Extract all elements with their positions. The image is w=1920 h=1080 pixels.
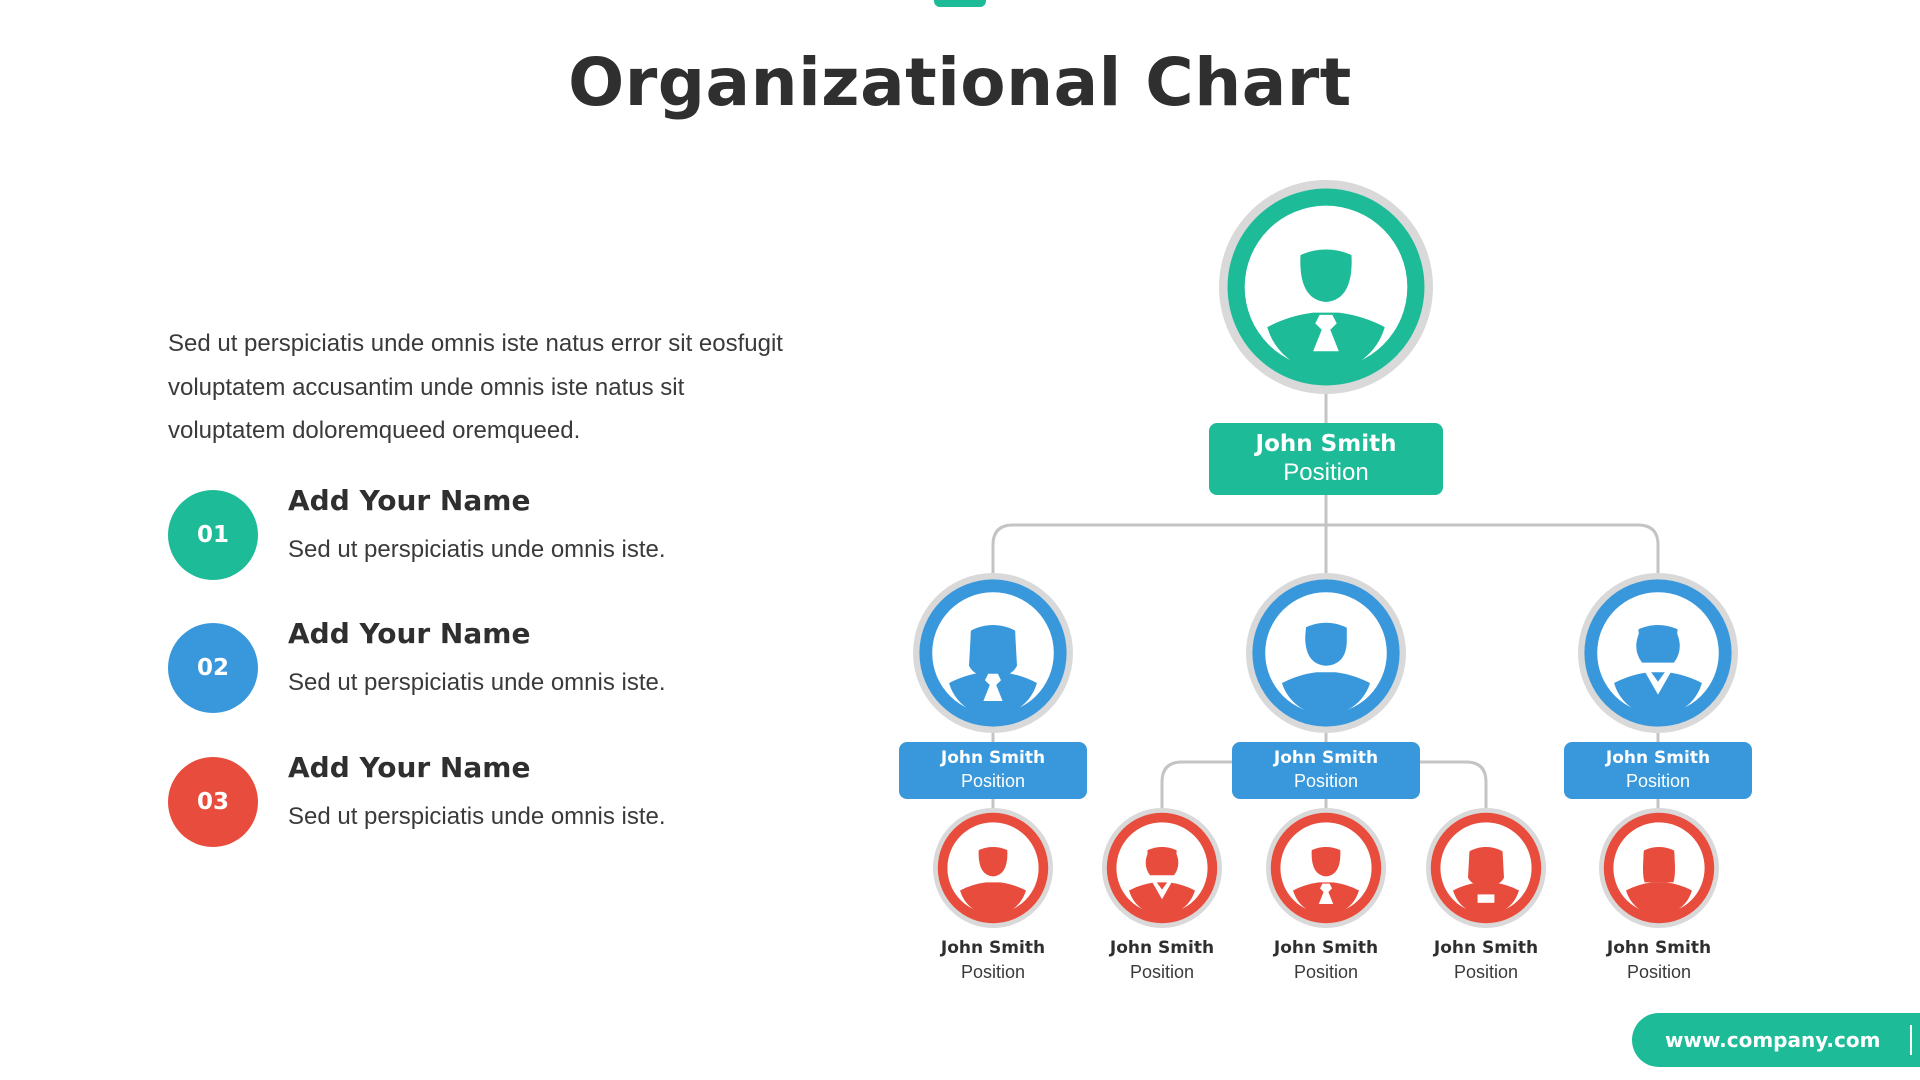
person-position: Position — [960, 962, 1026, 982]
person-name: John Smith — [940, 748, 1046, 768]
person-name: John Smith — [1606, 938, 1712, 958]
woman-collar-icon — [1584, 579, 1732, 733]
man-tie-icon — [1227, 188, 1425, 394]
manager-avatar — [1246, 573, 1406, 733]
staff-label: John Smith Position — [913, 936, 1073, 984]
person-name: John Smith — [1433, 938, 1539, 958]
staff-label: John Smith Position — [1406, 936, 1566, 984]
person-position: Position — [1626, 962, 1692, 982]
org-chart: John Smith Position John Smith Position John… — [0, 0, 1920, 1080]
person-position: Position — [1293, 771, 1359, 791]
person-name: John Smith — [940, 938, 1046, 958]
person-position: Position — [1625, 771, 1691, 791]
staff-label: John Smith Position — [1579, 936, 1739, 984]
person-position: Position — [1283, 459, 1369, 486]
manager-avatar — [1578, 573, 1738, 733]
staff-label: John Smith Position — [1246, 936, 1406, 984]
staff-avatar — [1599, 808, 1719, 928]
staff-avatar — [1102, 808, 1222, 928]
staff-avatar — [1266, 808, 1386, 928]
root-avatar — [1219, 180, 1433, 394]
manager-name-box: John Smith Position — [899, 742, 1087, 799]
woman-collar-icon — [1106, 812, 1218, 928]
manager-name-box: John Smith Position — [1564, 742, 1752, 799]
person-position: Position — [1453, 962, 1519, 982]
woman-icon — [1603, 812, 1715, 928]
person-name: John Smith — [1273, 938, 1379, 958]
man-spiky-hair-icon — [1252, 579, 1400, 733]
person-position: Position — [960, 771, 1026, 791]
person-name: John Smith — [1109, 938, 1215, 958]
woman-long-hair-icon — [1430, 812, 1542, 928]
person-name: John Smith — [1255, 431, 1397, 457]
person-position: Position — [1129, 962, 1195, 982]
root-name-box: John Smith Position — [1209, 423, 1443, 495]
person-name: John Smith — [1605, 748, 1711, 768]
footer-url-pill[interactable]: www.company.com — [1632, 1013, 1920, 1067]
man-tie-icon — [1270, 812, 1382, 928]
man-icon — [937, 812, 1049, 928]
person-position: Position — [1293, 962, 1359, 982]
staff-avatar — [933, 808, 1053, 928]
manager-avatar — [913, 573, 1073, 733]
manager-name-box: John Smith Position — [1232, 742, 1420, 799]
staff-avatar — [1426, 808, 1546, 928]
staff-label: John Smith Position — [1082, 936, 1242, 984]
website-link[interactable]: www.company.com — [1665, 1013, 1880, 1067]
person-name: John Smith — [1273, 748, 1379, 768]
divider — [1910, 1025, 1912, 1055]
woman-tie-icon — [919, 579, 1067, 733]
